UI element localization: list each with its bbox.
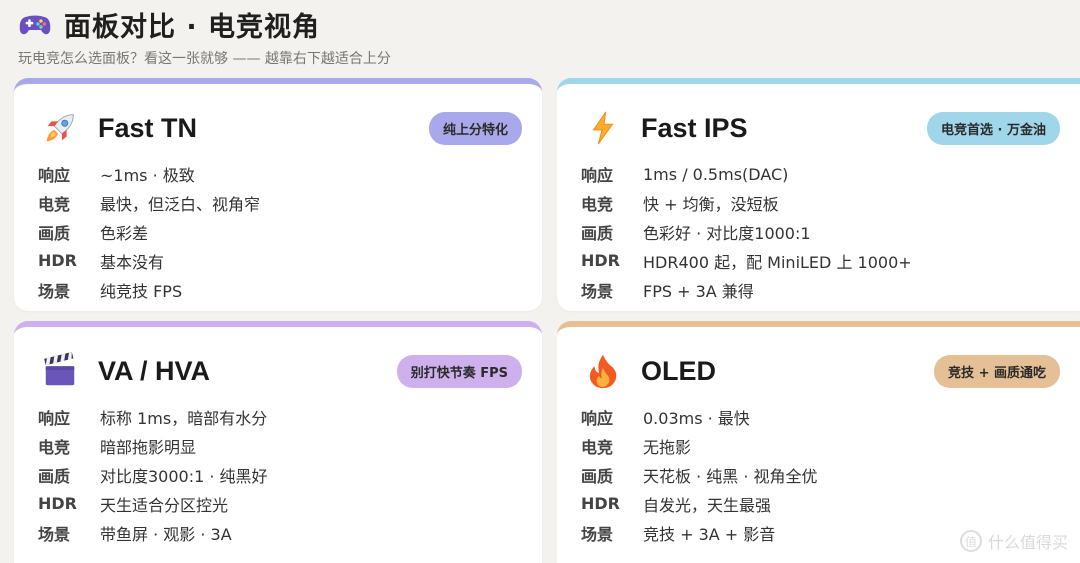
spec-value: 色彩差 [100, 223, 149, 243]
spec-value: 带鱼屏 · 观影 · 3A [100, 524, 232, 544]
spec-row: 场景 带鱼屏 · 观影 · 3A [38, 518, 522, 547]
card-header: OLED 竞技 + 画质通吃 [583, 349, 1060, 393]
spec-value: HDR400 起，配 MiniLED 上 1000+ [643, 252, 912, 272]
card-title: Fast IPS [641, 112, 748, 143]
spec-label: 电竞 [38, 195, 71, 215]
spec-label: HDR [581, 494, 620, 514]
card-fast-ips: Fast IPS 电竞首选 · 万金油 响应 1ms / 0.5ms(DAC) 电… [557, 78, 1080, 311]
lightning-icon [583, 108, 623, 148]
spec-row: 电竞 快 + 均衡，没短板 [581, 189, 1060, 218]
card-fast-tn: Fast TN 纯上分特化 响应 ~1ms · 极致 电竞 最快，但泛白、视角窄 画… [14, 78, 542, 311]
spec-value: 无拖影 [643, 438, 692, 458]
spec-label: 电竞 [581, 438, 614, 458]
spec-value: 1ms / 0.5ms(DAC) [643, 164, 789, 184]
spec-label: 画质 [38, 223, 71, 243]
spec-label: 响应 [581, 409, 614, 429]
card-badge: 电竞首选 · 万金油 [927, 111, 1060, 145]
gamepad-icon [19, 15, 51, 35]
card-header: VA / HVA 别打快节奏 FPS [40, 349, 522, 393]
spec-label: 画质 [581, 466, 614, 486]
spec-label: 场景 [38, 281, 71, 301]
spec-label: 电竞 [581, 195, 614, 215]
spec-list: 响应 1ms / 0.5ms(DAC) 电竞 快 + 均衡，没短板 画质 色彩好 · … [581, 160, 1060, 304]
watermark: 值 什么值得买 [959, 529, 1068, 553]
spec-value: 自发光，天生最强 [643, 495, 772, 515]
card-title: OLED [641, 355, 717, 386]
spec-row: 电竞 暗部拖影明显 [38, 432, 522, 461]
spec-value: 暗部拖影明显 [100, 438, 197, 458]
spec-row: 响应 标称 1ms，暗部有水分 [38, 403, 522, 432]
spec-label: 响应 [38, 409, 71, 429]
card-va-hva: VA / HVA 别打快节奏 FPS 响应 标称 1ms，暗部有水分 电竞 暗部拖影… [14, 321, 542, 563]
spec-value: 天花板 · 纯黑 · 视角全优 [643, 466, 818, 486]
spec-row: 场景 纯竞技 FPS [38, 275, 522, 304]
page-title: 面板对比 · 电竞视角 [64, 11, 321, 43]
spec-row: 电竞 最快，但泛白、视角窄 [38, 189, 522, 218]
spec-row: 场景 FPS + 3A 兼得 [581, 275, 1060, 304]
spec-label: 响应 [38, 166, 71, 186]
card-badge: 竞技 + 画质通吃 [934, 354, 1060, 388]
spec-list: 响应 0.03ms · 最快 电竞 无拖影 画质 天花板 · 纯黑 · 视角全优 HD… [581, 403, 1060, 547]
spec-label: 响应 [581, 166, 614, 186]
card-header: Fast IPS 电竞首选 · 万金油 [583, 106, 1060, 150]
card-badge: 纯上分特化 [428, 111, 522, 145]
clapperboard-icon [40, 351, 80, 391]
spec-value: FPS + 3A 兼得 [643, 281, 754, 301]
spec-value: 0.03ms · 最快 [643, 409, 750, 429]
spec-label: 电竞 [38, 438, 71, 458]
spec-row: HDR HDR400 起，配 MiniLED 上 1000+ [581, 246, 1060, 275]
spec-label: 场景 [38, 524, 71, 544]
spec-row: 电竞 无拖影 [581, 432, 1060, 461]
spec-label: HDR [38, 251, 77, 271]
spec-label: 场景 [581, 281, 614, 301]
spec-row: 响应 0.03ms · 最快 [581, 403, 1060, 432]
spec-value: 竞技 + 3A + 影音 [643, 524, 776, 544]
card-title: Fast TN [98, 112, 198, 143]
spec-value: 天生适合分区控光 [100, 495, 229, 515]
spec-value: 快 + 均衡，没短板 [643, 195, 779, 215]
spec-value: ~1ms · 极致 [100, 166, 195, 186]
card-oled: OLED 竞技 + 画质通吃 响应 0.03ms · 最快 电竞 无拖影 画质 天花板… [557, 321, 1080, 563]
spec-value: 色彩好 · 对比度1000:1 [643, 223, 811, 243]
page-header: 面板对比 · 电竞视角 玩电竞怎么选面板？看这一张就够 —— 越靠右下越适合上分 [18, 4, 1062, 68]
spec-row: 响应 1ms / 0.5ms(DAC) [581, 160, 1060, 189]
spec-row: HDR 天生适合分区控光 [38, 489, 522, 518]
spec-value: 标称 1ms，暗部有水分 [100, 409, 268, 429]
card-header: Fast TN 纯上分特化 [40, 106, 522, 150]
spec-row: 画质 色彩差 [38, 218, 522, 247]
spec-row: HDR 自发光，天生最强 [581, 489, 1060, 518]
spec-value: 对比度3000:1 · 纯黑好 [100, 466, 268, 486]
page-subtitle: 玩电竞怎么选面板？看这一张就够 —— 越靠右下越适合上分 [18, 51, 391, 67]
spec-list: 响应 ~1ms · 极致 电竞 最快，但泛白、视角窄 画质 色彩差 HDR 基本没有 场… [38, 160, 522, 304]
spec-label: HDR [38, 494, 77, 514]
spec-row: 响应 ~1ms · 极致 [38, 160, 522, 189]
title-row: 面板对比 · 电竞视角 [18, 4, 1062, 44]
spec-row: 画质 色彩好 · 对比度1000:1 [581, 218, 1060, 247]
spec-list: 响应 标称 1ms，暗部有水分 电竞 暗部拖影明显 画质 对比度3000:1 · 纯黑… [38, 403, 522, 547]
spec-value: 最快，但泛白、视角窄 [100, 195, 261, 215]
spec-value: 基本没有 [100, 252, 165, 272]
spec-label: 画质 [38, 466, 71, 486]
rocket-icon [40, 108, 80, 148]
spec-row: 画质 对比度3000:1 · 纯黑好 [38, 461, 522, 490]
spec-label: HDR [581, 251, 620, 271]
spec-label: 画质 [581, 223, 614, 243]
watermark-logo-icon: 值 [959, 530, 982, 552]
spec-row: HDR 基本没有 [38, 246, 522, 275]
watermark-text: 什么值得买 [987, 533, 1068, 552]
fire-icon [583, 351, 623, 391]
spec-label: 场景 [581, 524, 614, 544]
card-badge: 别打快节奏 FPS [396, 354, 522, 388]
spec-value: 纯竞技 FPS [100, 281, 183, 301]
spec-row: 画质 天花板 · 纯黑 · 视角全优 [581, 461, 1060, 490]
card-title: VA / HVA [98, 355, 211, 386]
